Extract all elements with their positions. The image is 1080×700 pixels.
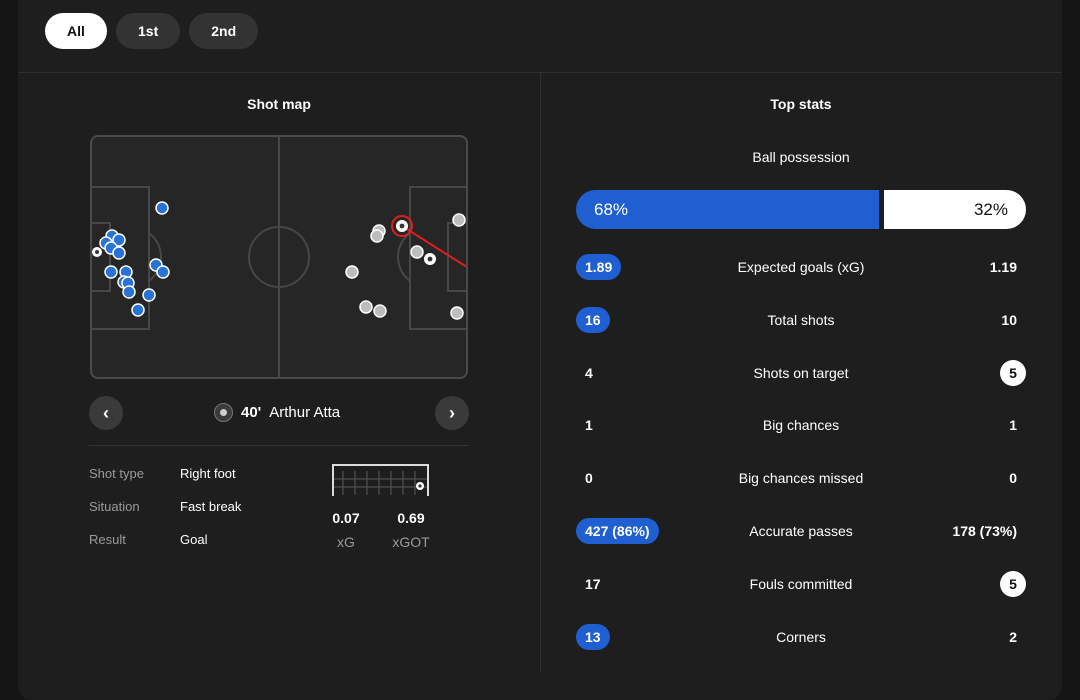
possession-away: 32% bbox=[884, 190, 1026, 229]
shot-marker bbox=[345, 265, 359, 279]
result-label: Result bbox=[89, 532, 126, 547]
possession-home: 68% bbox=[576, 190, 879, 229]
stat-label: Big chances missed bbox=[738, 470, 864, 486]
goal-frame-diagram bbox=[331, 463, 430, 497]
pitch-drawing bbox=[92, 137, 466, 377]
stat-home-value: 4 bbox=[585, 365, 593, 381]
shot-marker bbox=[373, 304, 387, 318]
stat-label: Expected goals (xG) bbox=[737, 259, 865, 275]
stat-home-value: 1 bbox=[585, 417, 593, 433]
shot-marker bbox=[156, 265, 170, 279]
stat-home-value: 1.89 bbox=[576, 254, 622, 280]
stat-row: Accurate passes 427 (86%) 178 (73%) bbox=[576, 518, 1026, 544]
stat-row: Total shots 16 10 bbox=[576, 307, 1026, 333]
top-stats-title: Top stats bbox=[770, 96, 832, 112]
shot-marker bbox=[142, 288, 156, 302]
shot-type-value: Right foot bbox=[180, 466, 236, 481]
stat-label: Fouls committed bbox=[749, 576, 853, 592]
xg-label: xG bbox=[337, 534, 355, 550]
stat-away-value: 10 bbox=[1001, 312, 1017, 328]
stat-row: Big chances missed 0 0 bbox=[576, 465, 1026, 491]
stat-away-value: 1 bbox=[1009, 417, 1017, 433]
xgot-label: xGOT bbox=[392, 534, 430, 550]
shot-marker bbox=[112, 246, 126, 260]
stat-home-value: 427 (86%) bbox=[576, 518, 659, 544]
stat-away-value: 178 (73%) bbox=[952, 523, 1017, 539]
shot-minute: 40' bbox=[241, 404, 262, 421]
stat-row: Shots on target 4 5 bbox=[576, 360, 1026, 386]
shot-marker bbox=[359, 300, 373, 314]
shot-marker bbox=[122, 285, 136, 299]
stat-away-value: 5 bbox=[1000, 360, 1026, 386]
shot-marker bbox=[452, 213, 466, 227]
shot-type-label: Shot type bbox=[89, 466, 144, 481]
shot-map-pitch[interactable] bbox=[90, 135, 468, 379]
tab-second-half[interactable]: 2nd bbox=[189, 13, 259, 49]
stat-row: Big chances 1 1 bbox=[576, 412, 1026, 438]
stat-label: Total shots bbox=[767, 312, 835, 328]
shot-marker bbox=[450, 306, 464, 320]
stat-away-value: 1.19 bbox=[989, 259, 1017, 275]
shot-marker bbox=[131, 303, 145, 317]
tab-all[interactable]: All bbox=[45, 13, 107, 49]
goal-markers bbox=[92, 215, 436, 265]
stat-home-value: 16 bbox=[576, 307, 610, 333]
stat-home-value: 17 bbox=[585, 576, 601, 592]
stat-away-value: 5 bbox=[1000, 571, 1026, 597]
team-logo-icon bbox=[214, 403, 233, 422]
stat-label: Corners bbox=[776, 629, 826, 645]
stat-away-value: 0 bbox=[1009, 470, 1017, 486]
ball-possession-label: Ball possession bbox=[752, 149, 850, 165]
xg-value: 0.07 bbox=[332, 510, 360, 526]
result-value: Goal bbox=[180, 532, 208, 547]
tab-first-half[interactable]: 1st bbox=[116, 13, 181, 49]
stat-row: Fouls committed 17 5 bbox=[576, 571, 1026, 597]
stat-label: Big chances bbox=[762, 417, 840, 433]
column-divider bbox=[540, 73, 541, 673]
stat-row: Corners 13 2 bbox=[576, 624, 1026, 650]
stat-away-value: 2 bbox=[1009, 629, 1017, 645]
stat-label: Shots on target bbox=[753, 365, 849, 381]
shot-marker bbox=[155, 201, 169, 215]
previous-shot-button[interactable]: ‹ bbox=[89, 396, 123, 430]
shot-marker bbox=[370, 229, 384, 243]
possession-bar: 68% 32% bbox=[576, 190, 1026, 229]
shot-player-name: Arthur Atta bbox=[269, 404, 341, 421]
situation-label: Situation bbox=[89, 499, 140, 514]
stat-row: Expected goals (xG) 1.89 1.19 bbox=[576, 254, 1026, 280]
shot-marker bbox=[104, 265, 118, 279]
stat-home-value: 13 bbox=[576, 624, 610, 650]
stat-home-value: 0 bbox=[585, 470, 593, 486]
shot-marker bbox=[410, 245, 424, 259]
situation-value: Fast break bbox=[180, 499, 242, 514]
shot-map-title: Shot map bbox=[247, 96, 311, 112]
selected-shot-header: 40' Arthur Atta bbox=[214, 403, 340, 422]
period-tabs: All 1st 2nd bbox=[45, 13, 259, 49]
next-shot-button[interactable]: › bbox=[435, 396, 469, 430]
xgot-value: 0.69 bbox=[397, 510, 425, 526]
shot-details-divider bbox=[89, 445, 469, 446]
